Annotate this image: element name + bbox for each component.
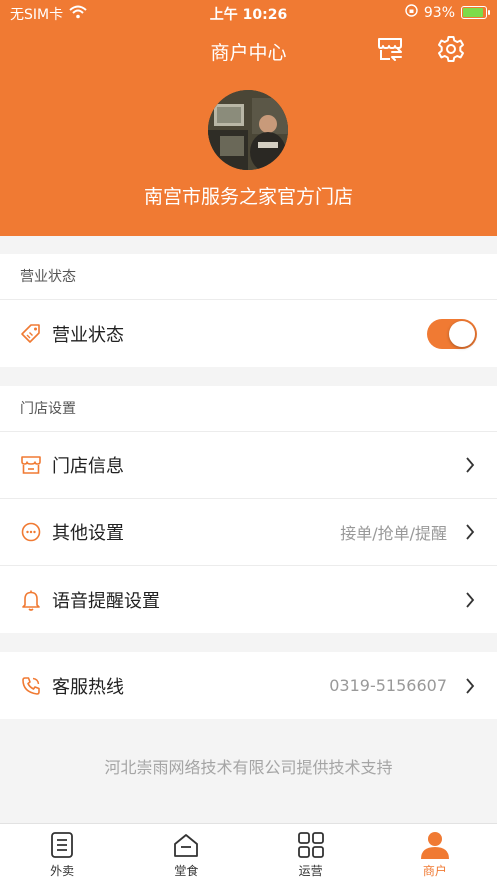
business-status-row: 营业状态 [0, 300, 497, 367]
battery-percent: 93% [423, 4, 455, 21]
tab-bar: 外卖 堂食 运营 商户 [0, 823, 497, 883]
store-settings-section: 门店设置 门店信息 其他设置 接单/抢单/提醒 语音提醒设置 [0, 386, 497, 633]
section-title: 门店设置 [0, 386, 497, 432]
chevron-right-icon [463, 591, 477, 608]
hotline-row[interactable]: 客服热线 0319-5156607 [0, 652, 497, 719]
battery-icon [461, 6, 490, 19]
business-status-label: 营业状态 [52, 324, 124, 346]
other-settings-label: 其他设置 [52, 523, 124, 544]
dine-in-icon [171, 830, 201, 860]
header: 无SIM卡 上午 10:26 93% 商户中心 南宫市服务之家官方门店 [0, 0, 497, 236]
tab-label: 商户 [422, 864, 447, 878]
page-title: 商户中心 [210, 42, 287, 64]
storefront-icon [20, 454, 42, 476]
store-switch-icon [376, 36, 404, 66]
business-status-section: 营业状态 营业状态 [0, 254, 497, 367]
store-info-row[interactable]: 门店信息 [0, 432, 497, 499]
tab-operations[interactable]: 运营 [249, 824, 373, 883]
store-switch-button[interactable] [375, 36, 405, 66]
shop-name: 南宫市服务之家官方门店 [143, 186, 353, 208]
store-info-label: 门店信息 [52, 456, 124, 477]
shop-avatar[interactable] [208, 90, 288, 170]
hotline-label: 客服热线 [52, 676, 124, 698]
tab-merchant[interactable]: 商户 [373, 824, 497, 883]
business-status-toggle[interactable] [427, 318, 477, 349]
hotline-number: 0319-5156607 [329, 676, 447, 695]
tab-label: 运营 [298, 864, 323, 878]
grid-icon [296, 830, 326, 860]
chevron-right-icon [463, 524, 477, 540]
more-circle-icon [20, 521, 42, 543]
chevron-right-icon [463, 457, 477, 473]
tech-support-note: 河北崇雨网络技术有限公司提供技术支持 [104, 758, 393, 777]
tab-takeout[interactable]: 外卖 [0, 824, 124, 883]
list-doc-icon [47, 830, 77, 860]
voice-reminder-label: 语音提醒设置 [52, 590, 160, 612]
toggle-knob [449, 320, 475, 347]
other-settings-row[interactable]: 其他设置 接单/抢单/提醒 [0, 499, 497, 566]
tab-label: 堂食 [174, 864, 199, 878]
orientation-lock-icon [405, 4, 418, 21]
voice-reminder-row[interactable]: 语音提醒设置 [0, 566, 497, 633]
section-title: 营业状态 [0, 254, 497, 300]
phone-icon [20, 675, 42, 697]
settings-button[interactable] [436, 36, 466, 66]
tab-dine-in[interactable]: 堂食 [124, 824, 248, 883]
bell-icon [20, 589, 42, 611]
person-icon [420, 830, 450, 860]
status-bar: 无SIM卡 上午 10:26 93% [0, 0, 497, 26]
tab-label: 外卖 [50, 864, 75, 878]
gear-icon [437, 35, 465, 67]
tag-icon [20, 323, 42, 345]
hotline-section: 客服热线 0319-5156607 [0, 652, 497, 719]
chevron-right-icon [463, 677, 477, 694]
other-settings-value: 接单/抢单/提醒 [340, 524, 447, 543]
